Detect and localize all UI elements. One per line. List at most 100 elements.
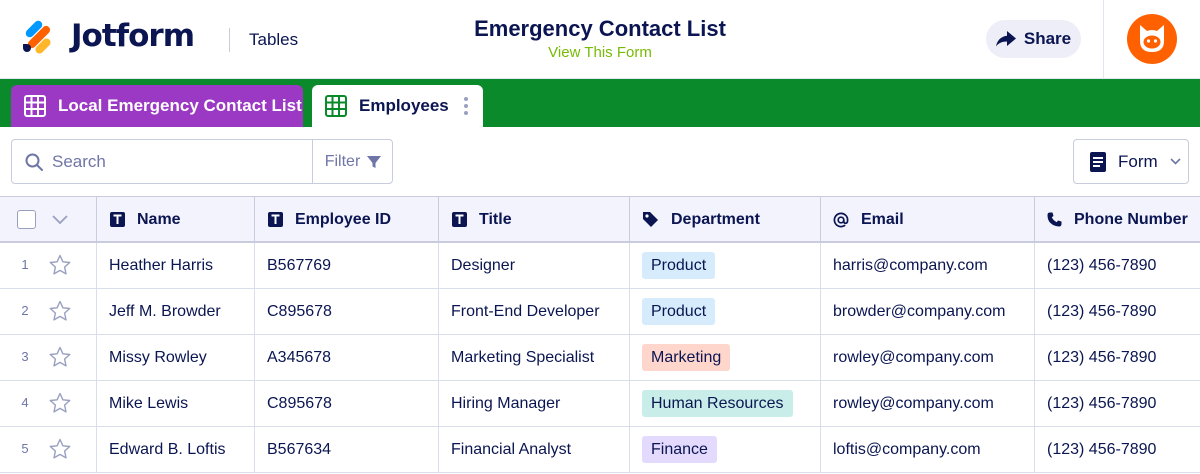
select-all-checkbox[interactable] [17, 210, 36, 229]
row-number: 5 [21, 441, 29, 456]
table-grid-icon [24, 95, 46, 117]
form-document-icon [1090, 151, 1106, 172]
cell-title[interactable]: Marketing Specialist [439, 335, 630, 380]
table-row[interactable]: 5 Edward B. Loftis B567634 Financial Ana… [0, 427, 1200, 473]
cell-employee-id[interactable]: C895678 [255, 289, 439, 334]
star-icon[interactable] [49, 346, 71, 373]
filter-button[interactable]: Filter [312, 140, 393, 183]
cell-email[interactable]: rowley@company.com [821, 381, 1035, 426]
table-row[interactable]: 4 Mike Lewis C895678 Hiring Manager Huma… [0, 381, 1200, 427]
department-tag: Product [642, 252, 716, 279]
share-button[interactable]: Share [986, 20, 1081, 58]
row-number-cell: 3 [0, 335, 97, 380]
column-label: Employee ID [295, 210, 392, 228]
cell-name[interactable]: Mike Lewis [97, 381, 255, 426]
cell-department[interactable]: Product [630, 289, 821, 334]
cell-name[interactable]: Missy Rowley [97, 335, 255, 380]
column-header-department[interactable]: Department [630, 197, 821, 242]
row-number: 2 [21, 303, 29, 318]
tag-icon [642, 211, 659, 228]
chevron-down-icon [1170, 158, 1181, 165]
form-view-button[interactable]: Form [1073, 139, 1189, 184]
filter-funnel-icon [367, 155, 382, 168]
column-label: Title [479, 210, 512, 228]
cell-phone[interactable]: (123) 456-7890 [1035, 427, 1200, 472]
table-row[interactable]: 3 Missy Rowley A345678 Marketing Special… [0, 335, 1200, 381]
column-header-email[interactable]: Email [821, 197, 1035, 242]
text-type-icon [452, 212, 467, 227]
tab-employees[interactable]: Employees [312, 85, 483, 127]
at-sign-icon [833, 212, 849, 228]
filter-label: Filter [324, 152, 361, 170]
text-type-icon [268, 212, 283, 227]
cell-employee-id[interactable]: C895678 [255, 381, 439, 426]
row-number-cell: 4 [0, 381, 97, 426]
table-tab-bar: Local Emergency Contact List Employees [0, 79, 1200, 127]
cell-title[interactable]: Front-End Developer [439, 289, 630, 334]
phone-icon [1047, 212, 1062, 227]
header-divider [229, 28, 230, 52]
row-number-cell: 1 [0, 243, 97, 288]
view-form-link[interactable]: View This Form [400, 44, 800, 61]
table-header-row: Name Employee ID Title Department Email … [0, 196, 1200, 243]
logo-text: Jotform [71, 18, 195, 54]
row-number-cell: 5 [0, 427, 97, 472]
column-label: Phone Number [1074, 210, 1188, 228]
cell-employee-id[interactable]: A345678 [255, 335, 439, 380]
search-input[interactable] [52, 148, 307, 176]
cell-title[interactable]: Hiring Manager [439, 381, 630, 426]
column-label: Department [671, 210, 760, 228]
form-button-label: Form [1118, 151, 1158, 171]
top-header: Jotform Tables Emergency Contact List Vi… [0, 0, 1200, 79]
cell-department[interactable]: Marketing [630, 335, 821, 380]
column-header-name[interactable]: Name [97, 197, 255, 242]
cell-title[interactable]: Financial Analyst [439, 427, 630, 472]
column-header-employee-id[interactable]: Employee ID [255, 197, 439, 242]
star-icon[interactable] [49, 300, 71, 327]
share-arrow-icon [995, 31, 1016, 47]
cell-employee-id[interactable]: B567769 [255, 243, 439, 288]
row-number-cell: 2 [0, 289, 97, 334]
tab-options-kebab-icon[interactable] [463, 96, 469, 116]
tab-local-emergency-contact-list[interactable]: Local Emergency Contact List [11, 85, 303, 127]
jotform-logo[interactable]: Jotform [22, 18, 195, 56]
cell-department[interactable]: Human Resources [630, 381, 821, 426]
cell-name[interactable]: Edward B. Loftis [97, 427, 255, 472]
cell-email[interactable]: browder@company.com [821, 289, 1035, 334]
cell-department[interactable]: Product [630, 243, 821, 288]
cell-title[interactable]: Designer [439, 243, 630, 288]
jotform-logo-icon [22, 18, 56, 56]
chevron-down-icon[interactable] [52, 215, 68, 224]
cell-email[interactable]: rowley@company.com [821, 335, 1035, 380]
table-row[interactable]: 1 Heather Harris B567769 Designer Produc… [0, 243, 1200, 289]
department-tag: Product [642, 298, 716, 325]
table-row[interactable]: 2 Jeff M. Browder C895678 Front-End Deve… [0, 289, 1200, 335]
row-number: 1 [21, 257, 29, 272]
cell-phone[interactable]: (123) 456-7890 [1035, 243, 1200, 288]
form-title: Emergency Contact List [474, 16, 726, 41]
cell-phone[interactable]: (123) 456-7890 [1035, 289, 1200, 334]
department-tag: Marketing [642, 344, 731, 371]
column-header-phone-number[interactable]: Phone Number [1035, 197, 1200, 242]
cell-email[interactable]: loftis@company.com [821, 427, 1035, 472]
cell-email[interactable]: harris@company.com [821, 243, 1035, 288]
header-separator [1103, 0, 1104, 79]
department-tag: Human Resources [642, 390, 793, 417]
share-button-label: Share [1023, 29, 1072, 48]
column-header-title[interactable]: Title [439, 197, 630, 242]
tab-label: Employees [359, 96, 449, 115]
star-icon[interactable] [49, 392, 71, 419]
cell-employee-id[interactable]: B567634 [255, 427, 439, 472]
cell-name[interactable]: Jeff M. Browder [97, 289, 255, 334]
star-icon[interactable] [49, 254, 71, 281]
cell-name[interactable]: Heather Harris [97, 243, 255, 288]
row-number: 3 [21, 349, 29, 364]
cell-department[interactable]: Finance [630, 427, 821, 472]
cell-phone[interactable]: (123) 456-7890 [1035, 335, 1200, 380]
search-box: Filter [11, 139, 393, 184]
table-grid-icon [325, 95, 347, 117]
cell-phone[interactable]: (123) 456-7890 [1035, 381, 1200, 426]
tables-link[interactable]: Tables [249, 30, 298, 50]
star-icon[interactable] [49, 438, 71, 465]
user-avatar[interactable] [1127, 14, 1177, 64]
